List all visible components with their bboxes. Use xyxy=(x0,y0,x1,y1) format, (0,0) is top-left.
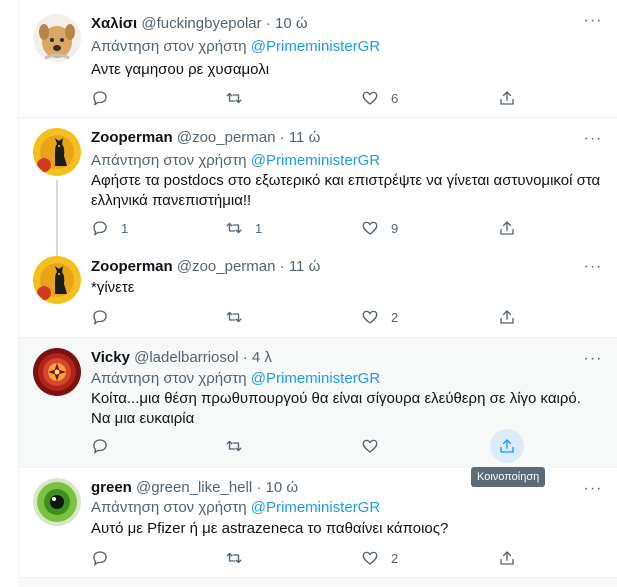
next-tweet-edge xyxy=(18,578,617,587)
reply-button[interactable] xyxy=(91,89,121,107)
author-name[interactable]: Zooperman xyxy=(91,129,173,146)
reply-button[interactable] xyxy=(91,308,121,326)
timestamp[interactable]: 10 ώ xyxy=(275,15,308,32)
more-options-icon[interactable]: ··· xyxy=(582,12,604,30)
reply-icon xyxy=(93,221,107,236)
tweet-text: Αντε γαμησου ρε χυσαμολι xyxy=(91,61,270,78)
retweet-icon xyxy=(226,552,242,564)
retweet-icon xyxy=(226,311,242,323)
author-handle[interactable]: @ladelbarriosol xyxy=(134,349,238,366)
author-handle[interactable]: @zoo_perman xyxy=(177,258,276,275)
tweet-text: Κοίτα...μια θέση πρωθυπουργού θα είναι σ… xyxy=(91,390,581,427)
reply-context: Απάντηση στον χρήστη @PrimeministerGR xyxy=(91,38,381,55)
reply-icon xyxy=(93,439,107,454)
author-handle[interactable]: @zoo_perman xyxy=(177,129,276,146)
reply-context: Απάντηση στον χρήστη @PrimeministerGR xyxy=(91,499,381,516)
tweet-text: Αφήστε τα postdocs στο εξωτερικό και επι… xyxy=(91,172,601,209)
share-icon xyxy=(500,221,514,235)
retweet-button[interactable] xyxy=(225,437,255,455)
mention-link[interactable]: @PrimeministerGR xyxy=(251,499,380,516)
author-name[interactable]: Zooperman xyxy=(91,258,173,275)
timeline: Χαλίσι @fuckingbyepolar · 10 ώ ··· Απάντ… xyxy=(18,0,617,587)
share-icon xyxy=(500,551,514,565)
reply-icon xyxy=(93,91,107,106)
timestamp[interactable]: 11 ώ xyxy=(289,129,320,146)
heart-icon xyxy=(362,310,378,324)
reply-button[interactable] xyxy=(91,549,121,567)
like-button[interactable]: 9 xyxy=(361,219,398,237)
thread-connector xyxy=(56,180,58,258)
reply-context: Απάντηση στον χρήστη @PrimeministerGR xyxy=(91,370,381,387)
avatar[interactable] xyxy=(33,128,81,176)
share-icon xyxy=(500,91,514,105)
tweet[interactable]: Χαλίσι @fuckingbyepolar · 10 ώ ··· Απάντ… xyxy=(19,0,617,118)
reply-icon xyxy=(93,310,107,325)
author-name[interactable]: Vicky xyxy=(91,349,130,366)
author-name[interactable]: green xyxy=(91,479,132,496)
retweet-button[interactable]: 1 xyxy=(225,219,262,237)
tweet-text: Αυτό με Pfizer ή με astrazeneca το παθαί… xyxy=(91,520,449,537)
avatar[interactable] xyxy=(33,256,81,304)
reply-icon xyxy=(93,551,107,566)
tweet-text: *γίνετε xyxy=(91,279,135,296)
more-options-icon[interactable]: ··· xyxy=(582,258,604,276)
avatar[interactable] xyxy=(33,478,81,526)
author-handle[interactable]: @green_like_hell xyxy=(136,479,252,496)
retweet-button[interactable] xyxy=(225,89,255,107)
share-button[interactable] xyxy=(498,437,516,455)
share-button[interactable] xyxy=(498,308,516,326)
timestamp[interactable]: 4 λ xyxy=(252,349,272,366)
like-button[interactable] xyxy=(361,437,391,455)
retweet-icon xyxy=(226,440,242,452)
reply-button[interactable]: 1 xyxy=(91,219,128,237)
heart-icon xyxy=(362,91,378,105)
retweet-button[interactable] xyxy=(225,549,255,567)
more-options-icon[interactable]: ··· xyxy=(582,130,604,148)
share-button[interactable] xyxy=(498,549,516,567)
more-options-icon[interactable]: ··· xyxy=(582,350,604,368)
share-icon xyxy=(500,310,514,324)
like-button[interactable]: 2 xyxy=(361,308,398,326)
reply-button[interactable] xyxy=(91,437,121,455)
reply-context: Απάντηση στον χρήστη @PrimeministerGR xyxy=(91,152,381,169)
retweet-icon xyxy=(226,92,242,104)
author-handle[interactable]: @fuckingbyepolar xyxy=(141,15,261,32)
like-button[interactable]: 6 xyxy=(361,89,398,107)
mention-link[interactable]: @PrimeministerGR xyxy=(251,152,380,169)
share-icon xyxy=(500,439,514,453)
share-button[interactable] xyxy=(498,89,516,107)
avatar[interactable] xyxy=(33,14,81,62)
timestamp[interactable]: 11 ώ xyxy=(289,258,320,275)
left-margin xyxy=(0,0,18,587)
author-name[interactable]: Χαλίσι xyxy=(91,15,137,32)
tweet[interactable]: Zooperman @zoo_perman · 11 ώ ··· *γίνετε… xyxy=(19,248,617,338)
mention-link[interactable]: @PrimeministerGR xyxy=(251,370,380,387)
tweet[interactable]: Zooperman @zoo_perman · 11 ώ ··· Απάντησ… xyxy=(19,118,617,258)
mention-link[interactable]: @PrimeministerGR xyxy=(251,38,380,55)
avatar[interactable] xyxy=(33,348,81,396)
retweet-icon xyxy=(226,222,242,234)
like-button[interactable]: 2 xyxy=(361,549,398,567)
share-button[interactable] xyxy=(498,219,516,237)
timestamp[interactable]: 10 ώ xyxy=(266,479,299,496)
heart-icon xyxy=(362,551,378,565)
more-options-icon[interactable]: ··· xyxy=(582,480,604,498)
share-tooltip: Κοινοποίηση xyxy=(471,467,546,487)
tweet[interactable]: Vicky @ladelbarriosol · 4 λ ··· Απάντηση… xyxy=(19,338,617,468)
heart-icon xyxy=(362,221,378,235)
heart-icon xyxy=(362,439,378,453)
retweet-button[interactable] xyxy=(225,308,255,326)
